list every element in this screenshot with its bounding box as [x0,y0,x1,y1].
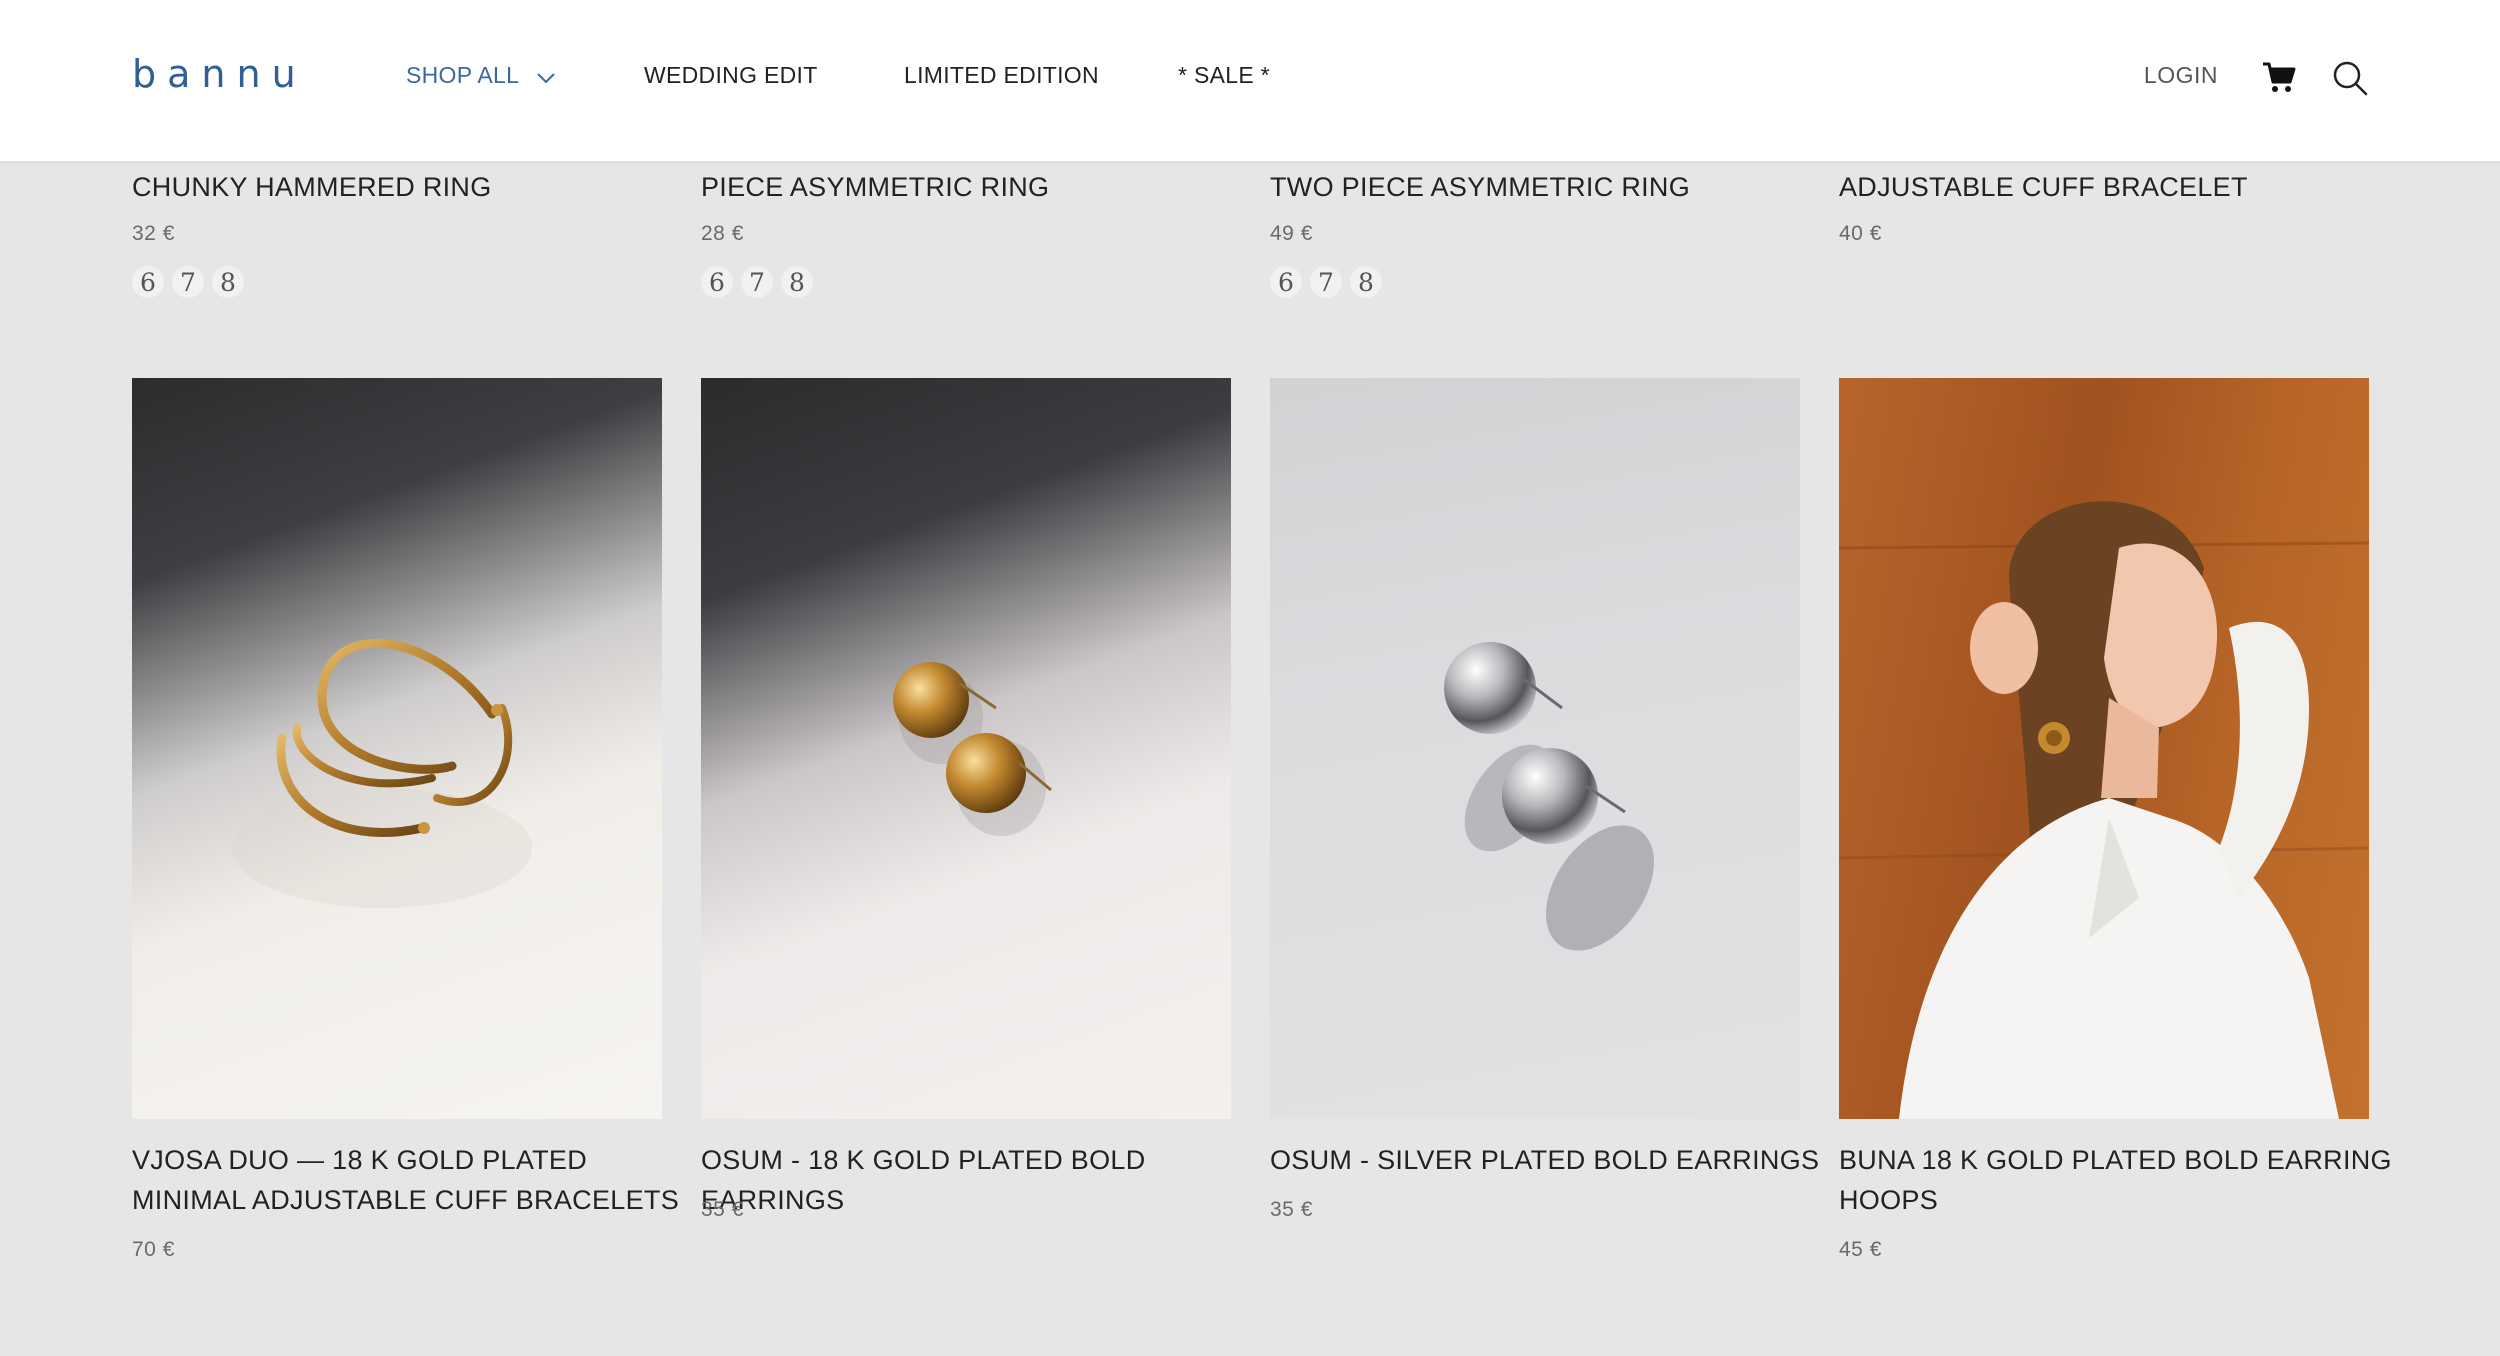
product-price: 49 € [1270,222,1313,245]
size-options: 6 7 8 [701,266,813,298]
size-option[interactable]: 7 [172,266,204,298]
product-price: 40 € [1839,222,1882,245]
size-option[interactable]: 8 [1350,266,1382,298]
product-title[interactable]: CHUNKY HAMMERED RING [132,172,492,203]
product-title[interactable]: OSUM - SILVER PLATED BOLD EARRINGS [1270,1140,1830,1180]
size-option[interactable]: 7 [1310,266,1342,298]
product-price: 35 € [701,1198,744,1221]
nav-sale[interactable]: * SALE * [1178,62,1270,89]
product-image-gold-cuff-bracelets[interactable] [132,378,662,1119]
product-price: 35 € [1270,1198,1313,1221]
product-title[interactable]: PIECE ASYMMETRIC RING [701,172,1049,203]
product-title[interactable]: ADJUSTABLE CUFF BRACELET [1839,172,2248,203]
size-options: 6 7 8 [1270,266,1382,298]
product-price: 45 € [1839,1238,1882,1261]
search-icon[interactable] [2332,60,2368,96]
brand-logo[interactable]: bannu [132,52,307,96]
size-option[interactable]: 6 [701,266,733,298]
size-option[interactable]: 6 [1270,266,1302,298]
cart-icon[interactable] [2262,60,2296,94]
size-option[interactable]: 8 [781,266,813,298]
product-price: 28 € [701,222,744,245]
product-price: 70 € [132,1238,175,1261]
product-title[interactable]: TWO PIECE ASYMMETRIC RING [1270,172,1690,203]
product-title[interactable]: OSUM - 18 K GOLD PLATED BOLD EARRINGS [701,1140,1261,1220]
nav-shop-all[interactable]: SHOP ALL [406,62,555,90]
size-option[interactable]: 6 [132,266,164,298]
nav-shop-all-label: SHOP ALL [406,62,519,88]
product-image-silver-bold-earrings[interactable] [1270,378,1800,1119]
chevron-down-icon [537,63,555,90]
size-option[interactable]: 7 [741,266,773,298]
product-title[interactable]: VJOSA DUO — 18 K GOLD PLATED MINIMAL ADJ… [132,1140,692,1220]
size-option[interactable]: 8 [212,266,244,298]
login-link[interactable]: LOGIN [2144,62,2218,89]
product-image-model-wearing-gold-hoops[interactable] [1839,378,2369,1119]
product-title[interactable]: BUNA 18 K GOLD PLATED BOLD EARRING HOOPS [1839,1140,2399,1220]
site-header: bannu SHOP ALL WEDDING EDIT LIMITED EDIT… [0,0,2500,161]
nav-wedding-edit[interactable]: WEDDING EDIT [644,62,818,89]
product-image-gold-bold-earrings[interactable] [701,378,1231,1119]
size-options: 6 7 8 [132,266,244,298]
nav-limited-edition[interactable]: LIMITED EDITION [904,62,1099,89]
product-price: 32 € [132,222,175,245]
